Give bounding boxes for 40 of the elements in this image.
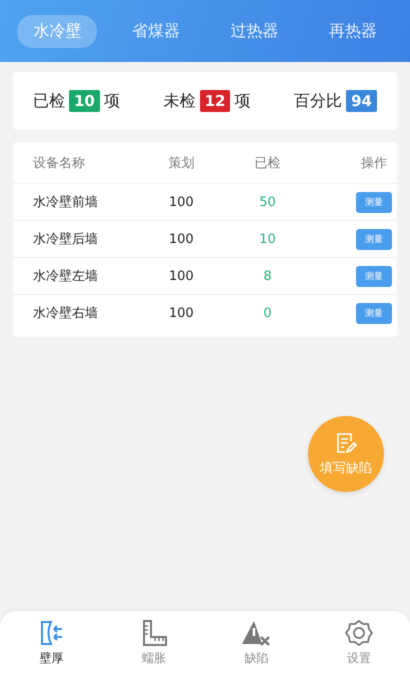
measure-button[interactable]: 测量 xyxy=(356,266,392,286)
table-cell-text: 8 xyxy=(262,268,273,284)
fill-defect-button[interactable]: 填写缺陷 xyxy=(308,416,384,492)
category-tab[interactable]: 再热器 xyxy=(312,14,393,48)
nav-tab[interactable]: 蠕胀 xyxy=(114,611,194,675)
column-header: 已检 xyxy=(254,154,282,172)
nav-tab[interactable]: 壁厚 xyxy=(11,611,92,675)
nav-tab[interactable]: 缺陷 xyxy=(216,611,296,675)
category-tab[interactable]: 过热器 xyxy=(214,14,294,48)
table-cell-text: 水冷壁后墙 xyxy=(32,231,99,248)
measure-button[interactable]: 测量 xyxy=(356,302,392,324)
table-cell-text: 水冷壁前墙 xyxy=(32,194,99,211)
stat-unit: 项 xyxy=(104,90,120,112)
table-cell-text: 100 xyxy=(168,306,195,320)
category-tab[interactable]: 省煤器 xyxy=(116,14,196,48)
table-cell-text: 10 xyxy=(258,232,277,246)
stat-unit: 项 xyxy=(234,90,250,112)
stat-label: 百分比 xyxy=(294,90,342,112)
stat-value: 12 xyxy=(200,90,230,112)
table-cell-text: 0 xyxy=(262,306,273,320)
table-cell-text: 100 xyxy=(168,232,195,246)
measure-button[interactable]: 测量 xyxy=(356,192,392,212)
table-cell-text: 水冷壁左墙 xyxy=(32,268,99,285)
column-header: 操作 xyxy=(360,154,388,172)
table-cell-text: 100 xyxy=(168,268,195,284)
table-cell-text: 100 xyxy=(168,194,195,210)
settings-icon xyxy=(344,619,373,647)
edit-note-icon xyxy=(334,431,358,455)
table-cell-text: 50 xyxy=(258,194,277,210)
category-tab[interactable]: 水冷壁 xyxy=(17,14,98,48)
stat-value: 10 xyxy=(69,90,100,112)
stat-label: 已检 xyxy=(33,90,65,112)
column-header: 策划 xyxy=(167,154,196,172)
stat-value: 94 xyxy=(346,90,377,112)
stat-label: 未检 xyxy=(164,90,196,112)
column-header: 设备名称 xyxy=(32,154,86,172)
table-cell-text: 水冷壁右墙 xyxy=(32,305,99,322)
warning-icon xyxy=(241,619,272,647)
measure-button[interactable]: 测量 xyxy=(356,228,392,250)
nav-tab[interactable]: 设置 xyxy=(318,611,399,675)
